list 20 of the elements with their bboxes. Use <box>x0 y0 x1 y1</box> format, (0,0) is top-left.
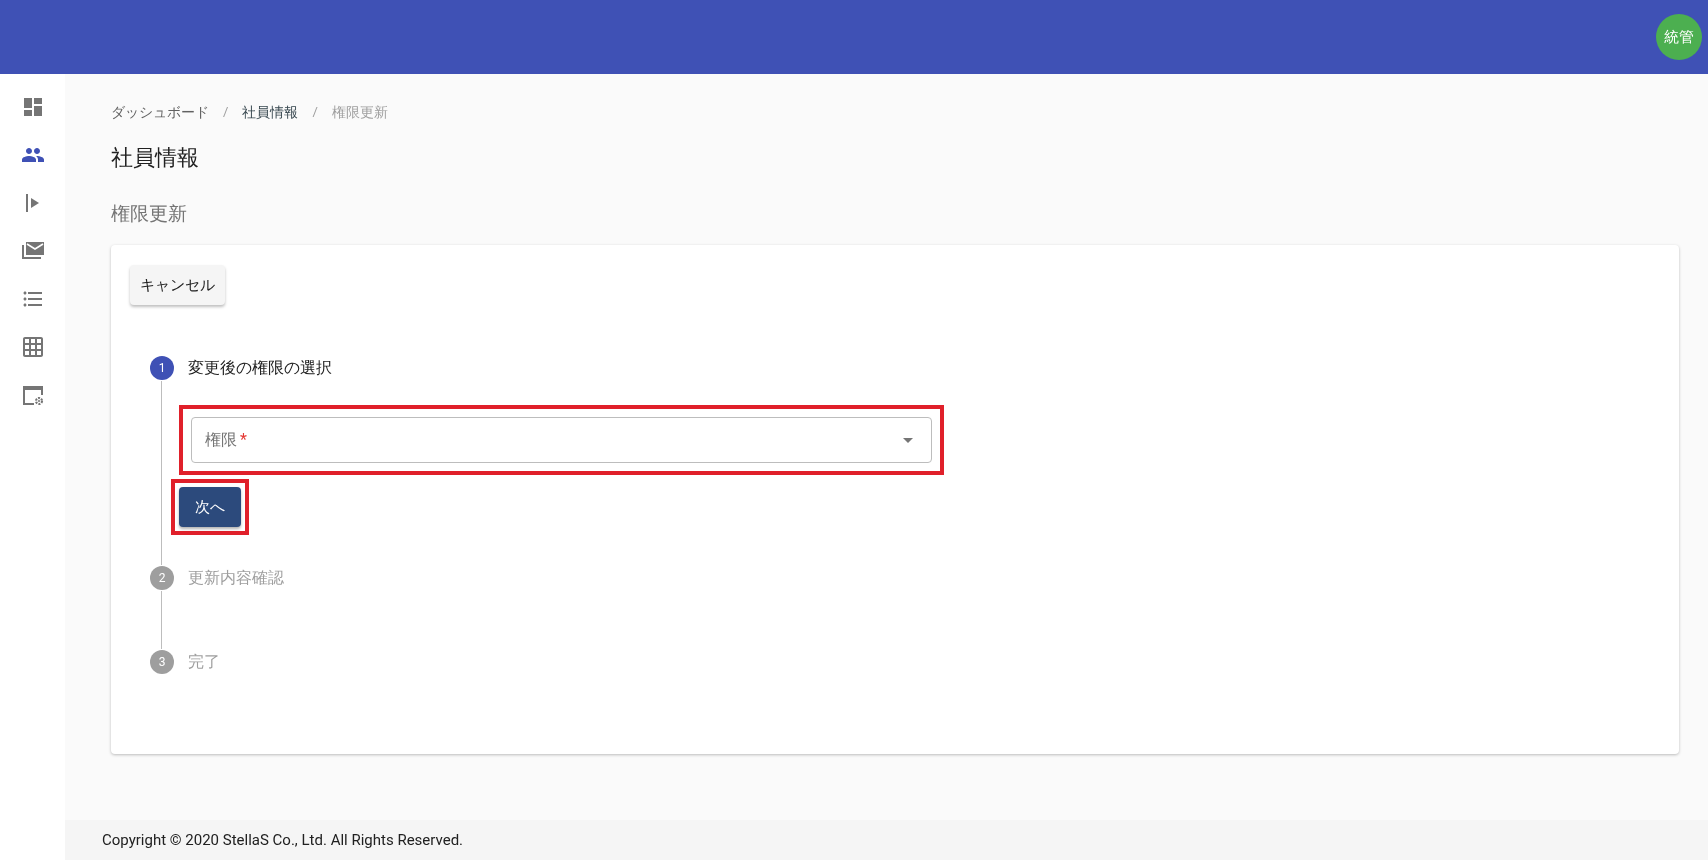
step-label: 更新内容確認 <box>188 567 284 589</box>
page-title: 社員情報 <box>111 144 200 172</box>
section-title: 権限更新 <box>111 202 188 226</box>
role-select[interactable]: 権限 * <box>191 417 932 463</box>
step-number: 3 <box>150 650 174 674</box>
step-number: 2 <box>150 566 174 590</box>
grid-icon <box>20 335 45 359</box>
step-label: 変更後の権限の選択 <box>188 357 332 379</box>
step-number: 1 <box>150 356 174 380</box>
breadcrumb-separator: / <box>312 103 318 122</box>
breadcrumb-separator: / <box>223 103 229 122</box>
select-label: 権限 * <box>205 429 247 451</box>
breadcrumb-link[interactable]: 社員情報 <box>242 101 299 123</box>
breadcrumb-link[interactable]: ダッシュボード <box>111 101 209 123</box>
next-button[interactable]: 次へ <box>179 487 241 527</box>
window-gear-icon <box>20 383 45 407</box>
dropdown-icon <box>903 437 913 443</box>
cancel-button[interactable]: キャンセル <box>130 265 225 305</box>
copyright-text: Copyright © 2020 StellaS Co., Ltd. All Rights Reserved. <box>102 829 464 851</box>
step-label: 完了 <box>188 651 220 673</box>
